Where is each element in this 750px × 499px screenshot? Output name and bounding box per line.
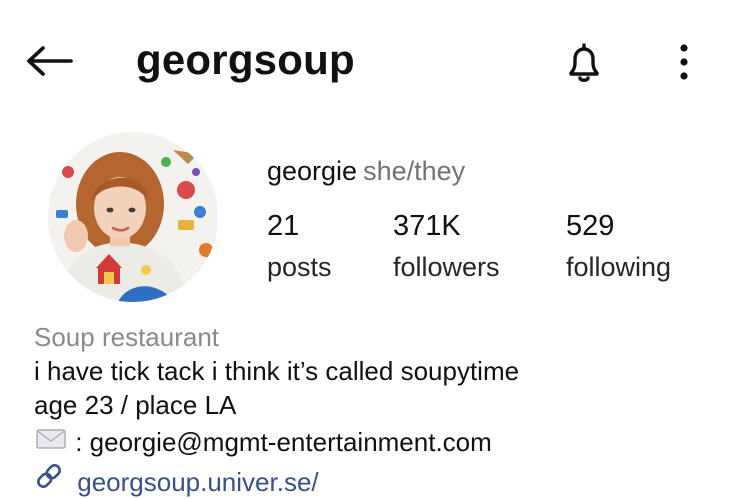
profile-bio: Soup restaurant i have tick tack i think… xyxy=(34,320,734,499)
profile-header: georgsoup xyxy=(0,0,750,120)
display-name: georgie xyxy=(267,156,358,186)
following-count: 529 xyxy=(566,210,615,242)
bio-line: i have tick tack i think it’s called sou… xyxy=(34,356,520,386)
followers-label: followers xyxy=(393,252,500,282)
profile-username: georgsoup xyxy=(136,36,355,83)
profile-name-row: georgie she/they xyxy=(267,154,465,188)
following-stat[interactable]: 529 following xyxy=(566,208,671,286)
envelope-icon xyxy=(34,422,68,456)
profile-category: Soup restaurant xyxy=(34,322,220,352)
profile-avatar[interactable] xyxy=(48,132,218,302)
posts-label: posts xyxy=(267,252,332,282)
arrow-left-icon xyxy=(27,46,73,76)
more-vertical-icon xyxy=(680,44,688,80)
followers-count: 371K xyxy=(393,210,461,242)
bio-email-line: : georgie@mgmt-entertainment.com xyxy=(34,422,734,459)
followers-stat[interactable]: 371K followers xyxy=(393,208,500,286)
pronouns: she/they xyxy=(363,156,466,186)
posts-count: 21 xyxy=(267,210,300,242)
bio-link-text: georgsoup.univer.se/ xyxy=(77,467,319,497)
notifications-button[interactable] xyxy=(556,38,612,88)
back-button[interactable] xyxy=(22,40,78,82)
bio-link[interactable]: georgsoup.univer.se/ xyxy=(34,459,734,499)
link-icon xyxy=(34,459,70,493)
bio-email: : georgie@mgmt-entertainment.com xyxy=(75,427,492,457)
following-label: following xyxy=(566,252,672,282)
more-options-button[interactable] xyxy=(666,38,702,86)
bell-icon xyxy=(569,43,599,82)
profile-photo xyxy=(48,132,218,302)
posts-stat[interactable]: 21 posts xyxy=(267,208,332,286)
bio-line: age 23 / place LA xyxy=(34,390,237,420)
